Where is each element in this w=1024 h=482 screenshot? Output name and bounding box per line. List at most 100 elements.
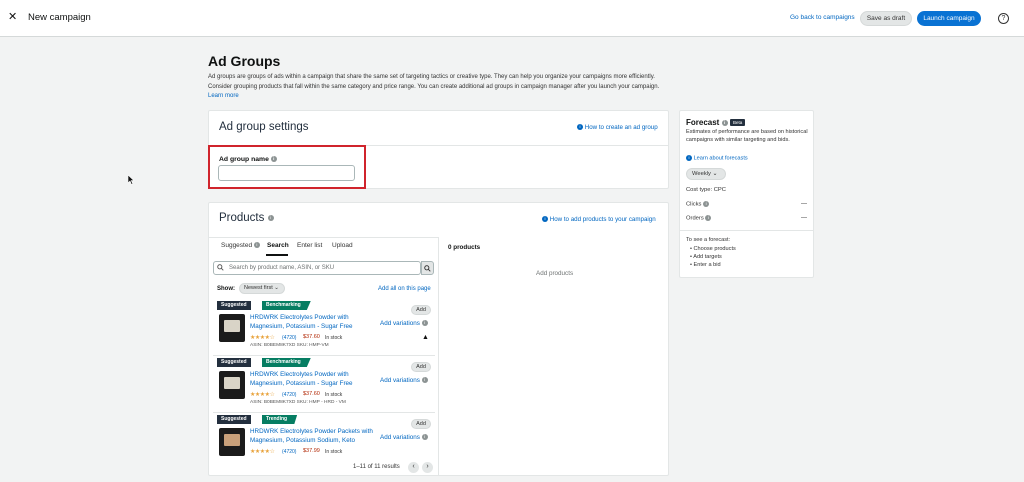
info-icon: i xyxy=(721,119,728,126)
rating-stars: ★★★★☆ xyxy=(250,335,275,341)
info-icon: i xyxy=(421,320,428,327)
pagination-text: 1–11 of 11 results xyxy=(353,464,400,470)
product-title-link[interactable]: HRDWRK Electrolytes Powder Packets with … xyxy=(250,428,374,445)
product-item: Suggested Benchmarking HRDWRK Electrolyt… xyxy=(213,301,435,357)
products-title-text: Products xyxy=(219,212,265,224)
product-price: $37.60 xyxy=(303,391,320,397)
add-variations-label: Add variations xyxy=(380,377,420,384)
add-variations-link[interactable]: Add variations i xyxy=(380,320,428,327)
product-item: Suggested Benchmarking HRDWRK Electrolyt… xyxy=(213,358,435,414)
search-submit-button[interactable] xyxy=(421,261,434,275)
info-icon: i xyxy=(253,242,260,249)
stock-status: In stock xyxy=(325,449,343,455)
list-item: Add targets xyxy=(690,253,736,261)
product-asin-sku: ASIN: B0BEM8K7XD SKU: HMP - HRD - VM xyxy=(250,400,346,405)
forecast-period-select[interactable]: Weekly ⌄ xyxy=(686,168,726,180)
add-variations-label: Add variations xyxy=(380,434,420,441)
add-variations-link[interactable]: Add variations i xyxy=(380,377,428,384)
info-icon: i xyxy=(703,201,710,207)
add-product-button[interactable]: Add xyxy=(411,305,431,315)
forecast-title-text: Forecast xyxy=(686,118,720,127)
product-item: Suggested Trending HRDWRK Electrolytes P… xyxy=(213,415,435,457)
orders-value: — xyxy=(801,215,807,221)
selected-products-count: 0 products xyxy=(448,244,481,251)
tab-upload[interactable]: Upload xyxy=(332,242,353,249)
close-icon[interactable]: ✕ xyxy=(8,10,17,23)
add-variations-label: Add variations xyxy=(380,320,420,327)
add-all-link[interactable]: Add all on this page xyxy=(378,286,431,292)
section-description: Ad groups are groups of ads within a cam… xyxy=(208,73,668,102)
forecast-title: Forecast i xyxy=(686,118,728,127)
add-variations-link[interactable]: Add variations i xyxy=(380,434,428,441)
forecast-steps: Choose products Add targets Enter a bid xyxy=(690,245,736,270)
chevron-down-icon: ⌄ xyxy=(712,171,718,177)
ad-group-name-label-text: Ad group name xyxy=(219,156,269,163)
product-search-input[interactable]: Search by product name, ASIN, or SKU xyxy=(213,261,421,275)
info-icon: i xyxy=(705,215,712,221)
product-thumbnail[interactable] xyxy=(219,371,245,399)
go-back-link[interactable]: Go back to campaigns xyxy=(790,14,855,21)
rating-count: (4720) xyxy=(282,392,297,398)
section-title: Ad Groups xyxy=(208,53,281,69)
tab-suggested[interactable]: Suggested i xyxy=(221,242,260,249)
ad-group-name-label: Ad group name i xyxy=(219,156,277,163)
how-to-create-ad-group-link[interactable]: i How to create an ad group xyxy=(577,124,658,131)
learn-about-forecasts-link[interactable]: i Learn about forecasts xyxy=(686,155,748,161)
save-draft-button[interactable]: Save as draft xyxy=(860,11,912,26)
cost-type: Cost type: CPC xyxy=(686,187,726,193)
search-icon xyxy=(424,265,431,272)
warning-icon: ▲ xyxy=(422,334,429,341)
info-icon: i xyxy=(686,155,692,161)
forecast-period-value: Weekly xyxy=(692,171,711,177)
info-icon: i xyxy=(421,377,428,384)
how-to-add-products-label: How to add products to your campaign xyxy=(549,216,656,223)
learn-about-forecasts-label: Learn about forecasts xyxy=(693,155,748,162)
show-label: Show: xyxy=(217,286,235,292)
how-to-add-products-link[interactable]: i How to add products to your campaign xyxy=(542,216,656,223)
next-page-button[interactable]: › xyxy=(422,462,433,473)
prev-page-button[interactable]: ‹ xyxy=(408,462,419,473)
divider xyxy=(213,355,435,356)
add-product-button[interactable]: Add xyxy=(411,362,431,372)
ad-group-settings-title: Ad group settings xyxy=(219,121,309,133)
suggested-badge: Suggested xyxy=(217,358,251,367)
product-title-link[interactable]: HRDWRK Electrolytes Powder with Magnesiu… xyxy=(250,314,374,331)
page-title: New campaign xyxy=(28,12,91,23)
chevron-down-icon: ⌄ xyxy=(274,285,279,291)
stock-status: In stock xyxy=(325,392,343,398)
product-thumbnail[interactable] xyxy=(219,428,245,456)
rating-stars: ★★★★☆ xyxy=(250,392,275,398)
list-item: Choose products xyxy=(690,245,736,253)
clicks-label: Clicks i xyxy=(686,201,710,208)
benchmarking-badge: Benchmarking xyxy=(262,358,311,367)
help-icon[interactable]: ? xyxy=(998,13,1009,24)
forecast-description: Estimates of performance are based on hi… xyxy=(686,129,808,144)
tab-enter-list[interactable]: Enter list xyxy=(297,242,322,249)
products-title: Products i xyxy=(219,212,274,224)
product-price: $37.99 xyxy=(303,448,320,454)
orders-label-text: Orders xyxy=(686,215,704,222)
stock-status: In stock xyxy=(325,335,343,341)
tab-suggested-label: Suggested xyxy=(221,242,253,249)
clicks-label-text: Clicks xyxy=(686,201,702,208)
tab-search[interactable]: Search xyxy=(267,242,289,249)
trending-badge: Trending xyxy=(262,415,298,424)
clicks-value: — xyxy=(801,201,807,207)
product-asin-sku: ASIN: B0BEM8K7XD SKU: HMP-VM xyxy=(250,343,329,348)
section-description-text: Ad groups are groups of ads within a cam… xyxy=(208,74,660,90)
learn-more-link[interactable]: Learn more xyxy=(208,93,239,99)
info-icon: i xyxy=(270,156,277,163)
rating-stars: ★★★★☆ xyxy=(250,449,275,455)
launch-campaign-button[interactable]: Launch campaign xyxy=(917,11,981,26)
top-bar: ✕ New campaign Go back to campaigns Save… xyxy=(0,0,1024,37)
sort-select[interactable]: Newest first ⌄ xyxy=(239,283,285,294)
ad-group-name-input[interactable] xyxy=(218,165,355,181)
list-item: Enter a bid xyxy=(690,261,736,269)
forecast-instructions: To see a forecast: xyxy=(686,237,731,243)
product-thumbnail[interactable] xyxy=(219,314,245,342)
mouse-cursor-icon xyxy=(128,175,135,185)
product-title-link[interactable]: HRDWRK Electrolytes Powder with Magnesiu… xyxy=(250,371,374,388)
info-icon: i xyxy=(267,214,274,221)
divider xyxy=(680,230,813,231)
add-product-button[interactable]: Add xyxy=(411,419,431,429)
